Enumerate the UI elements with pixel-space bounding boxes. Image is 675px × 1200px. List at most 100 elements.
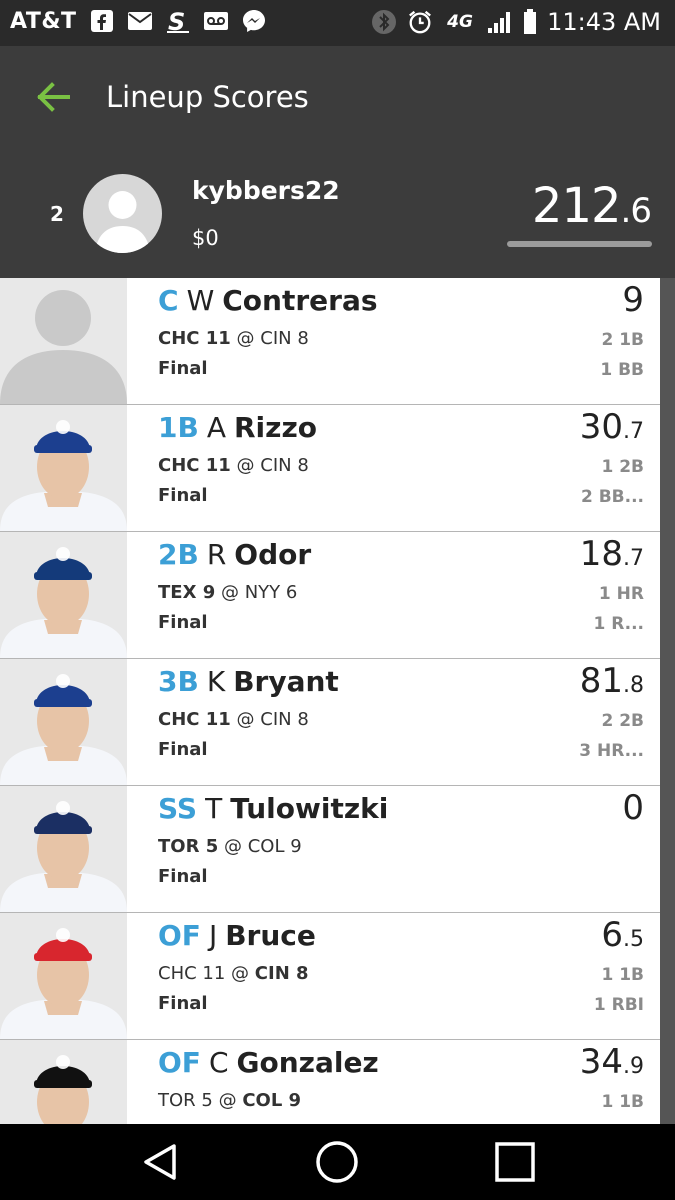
player-position: OF	[158, 1046, 201, 1079]
at-sign: @	[218, 1090, 237, 1111]
messenger-icon	[241, 8, 267, 34]
points-decimal: .7	[623, 419, 644, 444]
away-team: CHC 11	[158, 963, 226, 984]
at-sign: @	[220, 582, 239, 603]
total-score-decimal: .6	[620, 191, 652, 231]
voicemail-icon	[203, 8, 229, 34]
game-score: TOR 5 @ COL 9	[158, 836, 302, 857]
nav-recents-button[interactable]	[491, 1140, 539, 1188]
points-decimal: .7	[623, 546, 644, 571]
away-team: TOR 5	[158, 836, 219, 857]
network-4g-icon: 4G	[443, 9, 477, 35]
player-photo	[0, 278, 127, 404]
player-photo	[0, 913, 127, 1039]
game-score: TEX 9 @ NYY 6	[158, 582, 297, 603]
game-status: Final	[158, 993, 208, 1014]
at-sign: @	[236, 455, 255, 476]
player-first-initial: A	[206, 411, 226, 444]
points-whole: 81	[579, 661, 623, 701]
player-points: 34.9	[580, 1042, 644, 1082]
player-points: 9	[622, 280, 644, 320]
away-team: CHC 11	[158, 328, 231, 349]
stat-line-2: 1 R...	[593, 614, 644, 634]
at-sign: @	[231, 963, 250, 984]
game-score: CHC 11 @ CIN 8	[158, 709, 309, 730]
back-button[interactable]	[30, 76, 76, 122]
player-row-odor[interactable]: 2B R Odor TEX 9 @ NYY 6 Final 18.7 1 HR 1 …	[0, 532, 660, 659]
username: kybbers22	[192, 176, 340, 205]
player-position: 2B	[158, 538, 199, 571]
player-points: 0	[622, 788, 644, 828]
player-name-line: OF J Bruce	[158, 919, 316, 952]
carrier-label: AT&T	[10, 8, 77, 34]
player-position: 1B	[158, 411, 199, 444]
game-score: CHC 11 @ CIN 8	[158, 455, 309, 476]
network-label: 4G	[447, 12, 473, 32]
away-team: TOR 5	[158, 1090, 213, 1111]
player-row-contreras[interactable]: C W Contreras CHC 11 @ CIN 8 Final 9 2 1B …	[0, 278, 660, 405]
player-last-name: Bryant	[233, 665, 339, 698]
stat-line-1: 2 1B	[601, 330, 644, 350]
player-name-line: 1B A Rizzo	[158, 411, 317, 444]
player-first-initial: J	[208, 919, 218, 952]
total-score-bar	[507, 241, 652, 247]
player-photo	[0, 786, 127, 912]
points-whole: 34	[579, 1042, 623, 1082]
lineup-list[interactable]: C W Contreras CHC 11 @ CIN 8 Final 9 2 1B …	[0, 278, 660, 1124]
player-name-line: OF C Gonzalez	[158, 1046, 379, 1079]
player-name-line: 2B R Odor	[158, 538, 311, 571]
avatar	[83, 174, 162, 253]
page-title: Lineup Scores	[106, 80, 309, 114]
nav-home-button[interactable]	[313, 1140, 361, 1188]
points-whole: 9	[622, 280, 644, 320]
player-points: 81.8	[580, 661, 644, 701]
player-name-line: 3B K Bryant	[158, 665, 339, 698]
player-row-gonzalez[interactable]: OF C Gonzalez TOR 5 @ COL 9 34.9 1 1B	[0, 1040, 660, 1124]
away-team: CHC 11	[158, 709, 231, 730]
stat-line-2: 1 RBI	[593, 995, 644, 1015]
game-score: CHC 11 @ CIN 8	[158, 328, 309, 349]
points-whole: 6	[601, 915, 623, 955]
scrollbar[interactable]	[660, 278, 675, 1124]
player-position: C	[158, 284, 179, 317]
home-team: CIN 8	[260, 328, 309, 349]
home-team: CIN 8	[254, 963, 309, 984]
points-decimal: .9	[623, 1054, 644, 1079]
triangle-back-icon	[140, 1142, 180, 1187]
player-photo	[0, 1040, 127, 1124]
player-last-name: Tulowitzki	[230, 792, 389, 825]
player-first-initial: K	[206, 665, 226, 698]
points-decimal: .5	[623, 927, 644, 952]
game-score: TOR 5 @ COL 9	[158, 1090, 301, 1111]
facebook-icon	[89, 8, 115, 34]
svg-text:S: S	[168, 8, 185, 34]
game-status: Final	[158, 485, 208, 506]
player-first-initial: T	[205, 792, 223, 825]
player-name-line: SS T Tulowitzki	[158, 792, 388, 825]
player-position: 3B	[158, 665, 199, 698]
stat-line-1: 2 2B	[601, 711, 644, 731]
total-score-whole: 212	[531, 178, 622, 234]
nav-back-button[interactable]	[136, 1140, 184, 1188]
player-last-name: Gonzalez	[236, 1046, 379, 1079]
player-row-tulowitzki[interactable]: SS T Tulowitzki TOR 5 @ COL 9 Final 0	[0, 786, 660, 913]
home-team: CIN 8	[260, 709, 309, 730]
player-row-bryant[interactable]: 3B K Bryant CHC 11 @ CIN 8 Final 81.8 2 2B…	[0, 659, 660, 786]
player-row-bruce[interactable]: OF J Bruce CHC 11 @ CIN 8 Final 6.5 1 1B 1…	[0, 913, 660, 1040]
player-points: 18.7	[580, 534, 644, 574]
home-team: COL 9	[247, 836, 302, 857]
square-recents-icon	[494, 1141, 536, 1188]
rank: 2	[50, 202, 64, 226]
points-whole: 30	[579, 407, 623, 447]
game-score: CHC 11 @ CIN 8	[158, 963, 309, 984]
game-status: Final	[158, 739, 208, 760]
player-first-initial: R	[206, 538, 227, 571]
alarm-icon	[407, 9, 433, 35]
points-whole: 18	[579, 534, 623, 574]
player-points: 6.5	[601, 915, 644, 955]
player-last-name: Contreras	[222, 284, 378, 317]
player-row-rizzo[interactable]: 1B A Rizzo CHC 11 @ CIN 8 Final 30.7 1 2B …	[0, 405, 660, 532]
stat-line-1: 1 2B	[601, 457, 644, 477]
battery-icon	[523, 9, 537, 35]
player-last-name: Odor	[234, 538, 312, 571]
